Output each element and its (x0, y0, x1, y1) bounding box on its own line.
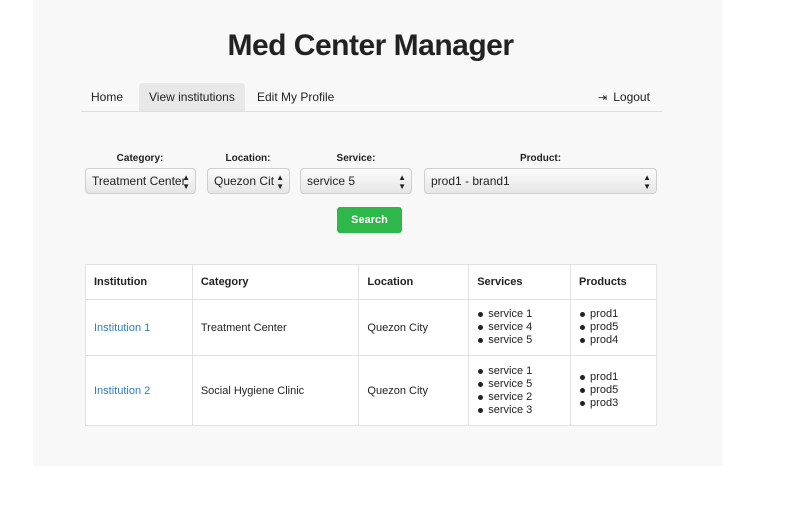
list-item: service 4 (478, 321, 562, 334)
category-label: Category: (116, 153, 164, 164)
product-select-value: prod1 - brand1 (431, 174, 510, 188)
service-select[interactable]: service 5 ▲ ▼ (300, 168, 412, 194)
table-header-row: Institution Category Location Services P… (85, 264, 657, 300)
service-select-value: service 5 (307, 174, 356, 188)
services-list: service 1 service 5 service 2 service 3 (477, 365, 562, 417)
institutions-table: Institution Category Location Services P… (85, 264, 657, 426)
list-item: prod5 (580, 321, 648, 334)
header-institution: Institution (85, 264, 193, 300)
services-cell: service 1 service 5 service 2 service 3 (468, 355, 572, 426)
header-products: Products (570, 264, 657, 300)
institution-cell: Institution 2 (85, 355, 193, 426)
select-arrows-icon: ▲ ▼ (398, 173, 406, 191)
list-item: prod4 (580, 334, 648, 347)
products-cell: prod1 prod5 prod4 (570, 299, 657, 356)
products-list: prod1 prod5 prod3 (579, 371, 648, 410)
nav-bar: Home View institutions Edit My Profile ⇥… (81, 83, 662, 112)
nav-home[interactable]: Home (81, 83, 133, 111)
search-button[interactable]: Search (337, 207, 402, 233)
list-item: service 1 (478, 308, 562, 321)
services-cell: service 1 service 4 service 5 (468, 299, 572, 356)
location-select[interactable]: Quezon City ▲ ▼ (207, 168, 290, 194)
table-row: Institution 1 Treatment Center Quezon Ci… (85, 299, 657, 356)
category-cell: Social Hygiene Clinic (191, 355, 360, 426)
header-category: Category (191, 264, 360, 300)
list-item: prod3 (580, 397, 648, 410)
list-item: service 2 (478, 391, 562, 404)
logout-label: Logout (613, 90, 650, 104)
institution-cell: Institution 1 (85, 299, 193, 356)
nav-edit-profile[interactable]: Edit My Profile (247, 83, 344, 111)
list-item: service 1 (478, 365, 562, 378)
select-arrows-icon: ▲ ▼ (643, 173, 651, 191)
select-arrows-icon: ▲ ▼ (182, 173, 190, 191)
services-list: service 1 service 4 service 5 (477, 308, 562, 347)
select-arrows-icon: ▲ ▼ (274, 169, 284, 191)
location-select-value: Quezon City (214, 174, 281, 188)
header-location: Location (358, 264, 470, 300)
products-list: prod1 prod5 prod4 (579, 308, 648, 347)
location-cell: Quezon City (358, 355, 470, 426)
list-item: service 3 (478, 404, 562, 417)
nav-view-institutions[interactable]: View institutions (139, 83, 245, 111)
logout-icon: ⇥ (598, 92, 608, 104)
location-label: Location: (225, 153, 271, 164)
list-item: prod1 (580, 371, 648, 384)
product-label: Product: (519, 153, 562, 164)
location-cell: Quezon City (358, 299, 470, 356)
table-row: Institution 2 Social Hygiene Clinic Quez… (85, 355, 657, 426)
list-item: prod1 (580, 308, 648, 321)
service-label: Service: (336, 153, 376, 164)
category-select-value: Treatment Center (92, 174, 186, 188)
list-item: service 5 (478, 378, 562, 391)
products-cell: prod1 prod5 prod3 (570, 355, 657, 426)
list-item: service 5 (478, 334, 562, 347)
institution-link[interactable]: Institution 1 (94, 322, 150, 334)
category-select[interactable]: Treatment Center ▲ ▼ (85, 168, 196, 194)
header-services: Services (468, 264, 572, 300)
product-select[interactable]: prod1 - brand1 ▲ ▼ (424, 168, 657, 194)
list-item: prod5 (580, 384, 648, 397)
institution-link[interactable]: Institution 2 (94, 385, 150, 397)
category-cell: Treatment Center (191, 299, 360, 356)
main-panel: Med Center Manager Home View institution… (33, 0, 723, 466)
logout-link[interactable]: ⇥ Logout (588, 83, 660, 111)
app-title: Med Center Manager (227, 29, 514, 62)
